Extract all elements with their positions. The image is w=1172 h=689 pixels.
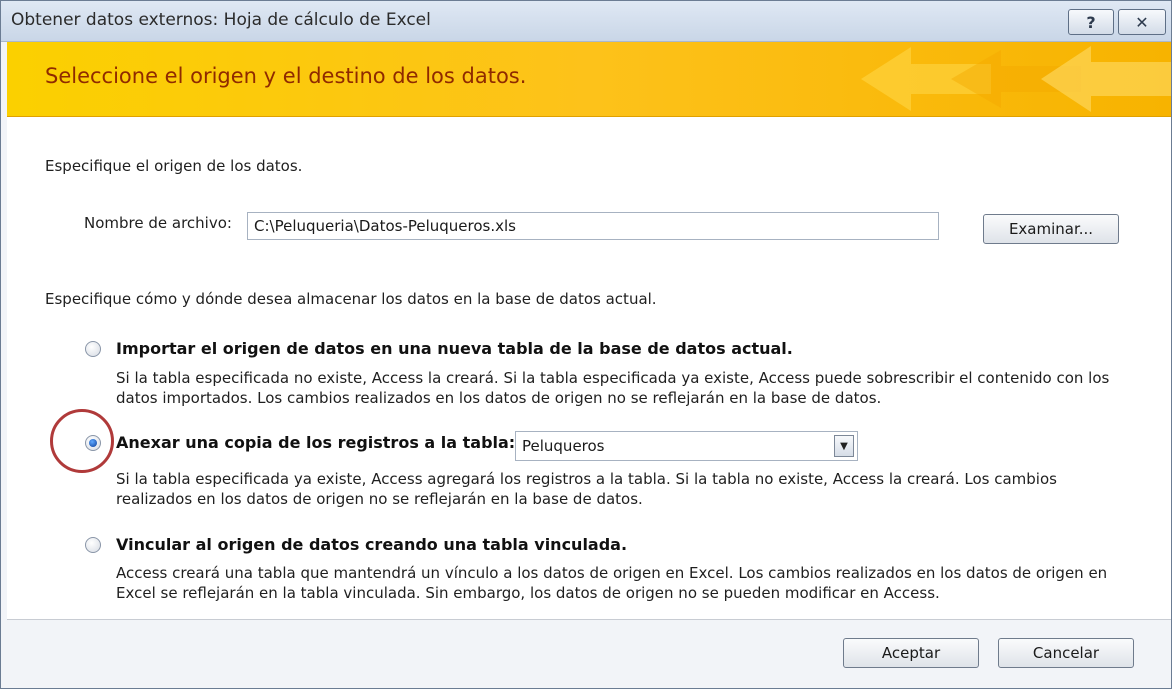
browse-button[interactable]: Examinar... xyxy=(983,214,1119,244)
title-bar[interactable]: Obtener datos externos: Hoja de cálculo … xyxy=(1,1,1171,42)
link-option-label[interactable]: Vincular al origen de datos creando una … xyxy=(116,535,627,554)
storage-intro: Especifique cómo y dónde desea almacenar… xyxy=(45,290,657,308)
append-table-select[interactable]: Peluqueros ▼ xyxy=(515,431,858,461)
arrows-decoration-icon xyxy=(861,46,1171,112)
close-button[interactable]: ✕ xyxy=(1118,9,1166,35)
append-table-value: Peluqueros xyxy=(522,437,605,455)
help-button[interactable]: ? xyxy=(1068,9,1114,35)
banner-title: Seleccione el origen y el destino de los… xyxy=(45,64,527,88)
append-option-label[interactable]: Anexar una copia de los registros a la t… xyxy=(116,433,515,452)
link-option-desc-line2: Excel se reflejarán en la tabla vinculad… xyxy=(116,584,940,602)
import-option-desc-line1: Si la tabla especificada no existe, Acce… xyxy=(116,369,1110,387)
file-name-input[interactable] xyxy=(247,212,939,240)
append-option-desc-line1: Si la tabla especificada ya existe, Acce… xyxy=(116,470,1057,488)
close-icon: ✕ xyxy=(1135,12,1149,32)
cancel-button[interactable]: Cancelar xyxy=(998,638,1134,668)
append-option-desc-line2: realizados en los datos de origen no se … xyxy=(116,490,643,508)
ok-button[interactable]: Aceptar xyxy=(843,638,979,668)
window-title: Obtener datos externos: Hoja de cálculo … xyxy=(11,10,431,30)
dialog-content: Especifique el origen de los datos. Nomb… xyxy=(7,117,1171,620)
import-option-label[interactable]: Importar el origen de datos en una nueva… xyxy=(116,339,793,358)
file-name-label: Nombre de archivo: xyxy=(84,214,232,232)
link-option-desc-line1: Access creará una tabla que mantendrá un… xyxy=(116,564,1108,582)
header-banner: Seleccione el origen y el destino de los… xyxy=(7,42,1171,117)
import-dialog: Obtener datos externos: Hoja de cálculo … xyxy=(0,0,1172,689)
help-icon: ? xyxy=(1086,12,1096,32)
import-option-desc-line2: datos importados. Los cambios realizados… xyxy=(116,389,882,407)
import-radio[interactable] xyxy=(85,341,101,357)
annotation-circle xyxy=(50,409,114,473)
link-radio[interactable] xyxy=(85,537,101,553)
chevron-down-icon[interactable]: ▼ xyxy=(834,435,854,457)
source-intro: Especifique el origen de los datos. xyxy=(45,157,303,175)
append-radio[interactable] xyxy=(85,435,101,451)
